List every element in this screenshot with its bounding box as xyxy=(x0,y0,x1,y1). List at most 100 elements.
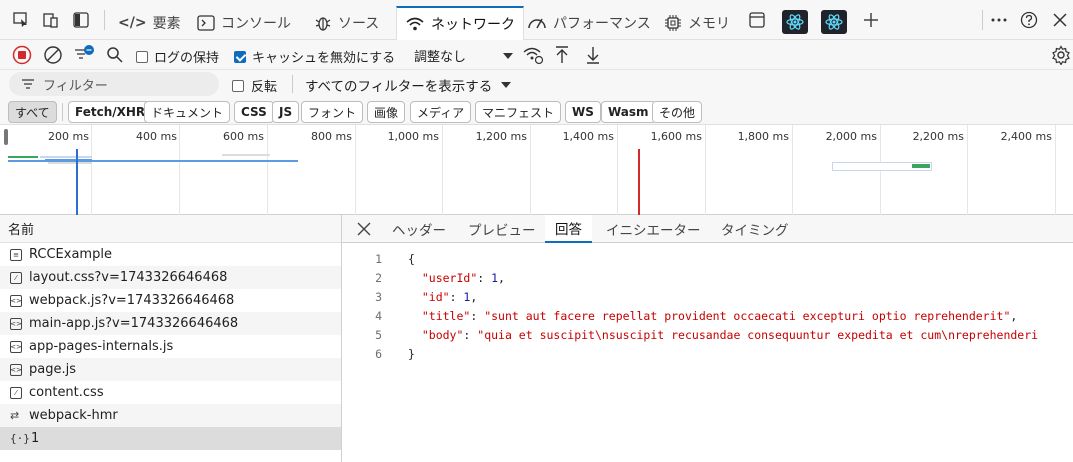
filter-chip-font[interactable]: フォント xyxy=(301,101,364,123)
invert-checkbox[interactable] xyxy=(232,79,244,92)
throttling-select[interactable]: 調整なし xyxy=(414,46,514,65)
request-detail-panel: ヘッダー プレビュー 回答 イニシエーター タイミング 1{ 2 "userId… xyxy=(342,215,1073,462)
tick-label: 1,800 ms xyxy=(737,130,789,143)
filter-bar: フィルター 反転 すべてのフィルターを表示する xyxy=(0,70,1073,98)
help-icon[interactable] xyxy=(1020,11,1038,29)
tick-label: 1,600 ms xyxy=(650,130,702,143)
filter-chip-css[interactable]: CSS xyxy=(234,101,274,123)
code-line: 2 "userId": 1, xyxy=(375,270,505,285)
filter-chip-other[interactable]: その他 xyxy=(652,101,703,123)
list-item[interactable]: <> main-app.js?v=1743326646468 xyxy=(0,312,341,335)
filter-chip-image[interactable]: 画像 xyxy=(367,101,406,123)
code-line: 1{ xyxy=(375,251,415,266)
column-header-name[interactable]: 名前 xyxy=(0,215,341,243)
script-icon: <> xyxy=(10,317,22,330)
filter-chip-fetch-xhr[interactable]: Fetch/XHR xyxy=(68,101,153,123)
websocket-icon: ⇄ xyxy=(10,409,20,422)
resource-type-filters: すべて Fetch/XHR ドキュメント CSS JS フォント 画像 メディア… xyxy=(0,98,1073,125)
tab-response[interactable]: 回答 xyxy=(545,215,592,243)
more-options-icon[interactable] xyxy=(990,11,1008,29)
search-icon[interactable] xyxy=(106,46,124,64)
list-item[interactable]: {·} 1 xyxy=(0,427,341,450)
panel-toggle-icon[interactable] xyxy=(72,11,90,29)
device-emulation-icon[interactable] xyxy=(42,11,60,29)
close-devtools-icon[interactable] xyxy=(1051,11,1069,29)
disable-cache-checkbox[interactable] xyxy=(234,50,246,63)
show-all-filters-dropdown[interactable]: すべてのフィルターを表示する xyxy=(305,75,512,95)
import-har-icon[interactable] xyxy=(554,45,570,65)
list-item[interactable]: <> app-pages-internals.js xyxy=(0,335,341,358)
fetch-icon: {·} xyxy=(10,432,30,445)
tab-console[interactable]: コンソール xyxy=(197,6,291,40)
tick-label: 2,200 ms xyxy=(912,130,964,143)
network-overview-timeline[interactable]: 200 ms 400 ms 600 ms 800 ms 1,000 ms 1,2… xyxy=(0,125,1073,215)
console-icon xyxy=(197,15,215,31)
export-har-icon[interactable] xyxy=(585,45,601,65)
preserve-log-toggle[interactable]: ログの保持 xyxy=(136,47,219,66)
application-panel-icon[interactable] xyxy=(748,11,766,29)
react-components-icon[interactable] xyxy=(782,10,808,34)
list-item[interactable]: <> page.js xyxy=(0,358,341,381)
list-item[interactable]: ⁄ content.css xyxy=(0,381,341,404)
waterfall-bar xyxy=(40,156,92,158)
waterfall-bar xyxy=(8,160,298,162)
filter-chip-manifest[interactable]: マニフェスト xyxy=(475,101,562,123)
code-line: 5 "body": "quia et suscipit\nsuscipit re… xyxy=(375,327,1039,342)
filter-chip-ws[interactable]: WS xyxy=(565,101,601,123)
filter-input[interactable]: フィルター xyxy=(9,72,219,96)
filter-icon xyxy=(22,79,34,89)
code-line: 4 "title": "sunt aut facere repellat pro… xyxy=(375,308,1018,323)
filter-settings-icon[interactable] xyxy=(73,44,95,64)
disable-cache-toggle[interactable]: キャッシュを無効にする xyxy=(234,47,395,66)
inspect-element-icon[interactable] xyxy=(12,11,30,29)
tick-label: 1,200 ms xyxy=(475,130,527,143)
close-detail-icon[interactable] xyxy=(357,222,371,236)
tick-label: 600 ms xyxy=(223,130,264,143)
response-body[interactable]: 1{ 2 "userId": 1, 3 "id": 1, 4 "title": … xyxy=(342,249,1073,363)
tab-sources[interactable]: ソース xyxy=(314,6,379,40)
settings-gear-icon[interactable] xyxy=(1051,45,1071,65)
filter-chip-js[interactable]: JS xyxy=(272,101,300,123)
preserve-log-checkbox[interactable] xyxy=(136,50,148,63)
bug-icon xyxy=(315,17,331,31)
plus-icon[interactable] xyxy=(862,11,880,29)
code-line: 3 "id": 1, xyxy=(375,289,478,304)
tab-performance[interactable]: パフォーマンス xyxy=(527,6,651,40)
filter-chip-document[interactable]: ドキュメント xyxy=(144,101,231,123)
script-icon: <> xyxy=(10,294,22,307)
script-icon: <> xyxy=(10,363,22,376)
list-item[interactable]: ⇄ webpack-hmr xyxy=(0,404,341,427)
list-item[interactable]: ≡ RCCExample xyxy=(0,243,341,266)
script-icon: <> xyxy=(10,340,22,353)
domcontentloaded-marker xyxy=(76,149,78,215)
tick-label: 800 ms xyxy=(311,130,352,143)
filter-chip-wasm[interactable]: Wasm xyxy=(601,101,656,123)
tab-elements[interactable]: </> 要素 xyxy=(118,6,181,40)
tab-timing[interactable]: タイミング xyxy=(721,215,789,243)
tab-headers[interactable]: ヘッダー xyxy=(392,215,446,243)
waterfall-bar xyxy=(222,154,270,156)
invert-toggle[interactable]: 反転 xyxy=(232,76,277,95)
filter-chip-media[interactable]: メディア xyxy=(410,101,472,123)
tab-memory[interactable]: メモリ xyxy=(664,6,730,40)
request-list: 名前 ≡ RCCExample ⁄ layout.css?v=174332664… xyxy=(0,215,342,462)
tab-network[interactable]: ネットワーク xyxy=(396,6,524,40)
network-conditions-icon[interactable] xyxy=(522,45,544,65)
record-stop-icon[interactable] xyxy=(12,45,32,65)
chip-icon xyxy=(665,15,681,31)
overview-left-handle[interactable] xyxy=(4,129,8,145)
tick-label: 1,000 ms xyxy=(387,130,439,143)
react-profiler-icon[interactable] xyxy=(821,10,847,34)
tick-label: 200 ms xyxy=(48,130,89,143)
list-item[interactable]: <> webpack.js?v=1743326646468 xyxy=(0,289,341,312)
load-event-marker xyxy=(638,149,640,215)
gauge-icon xyxy=(528,18,546,29)
tab-preview[interactable]: プレビュー xyxy=(468,215,536,243)
tab-initiator[interactable]: イニシエーター xyxy=(606,215,701,243)
detail-tab-bar: ヘッダー プレビュー 回答 イニシエーター タイミング xyxy=(342,215,1073,243)
list-item[interactable]: ⁄ layout.css?v=1743326646468 xyxy=(0,266,341,289)
filter-chip-all[interactable]: すべて xyxy=(8,101,57,123)
clear-icon[interactable] xyxy=(43,45,63,65)
code-brackets-icon: </> xyxy=(118,15,147,31)
devtools-tab-bar: </> 要素 コンソール ソース ネットワーク パフォーマンス メモリ xyxy=(0,0,1073,40)
